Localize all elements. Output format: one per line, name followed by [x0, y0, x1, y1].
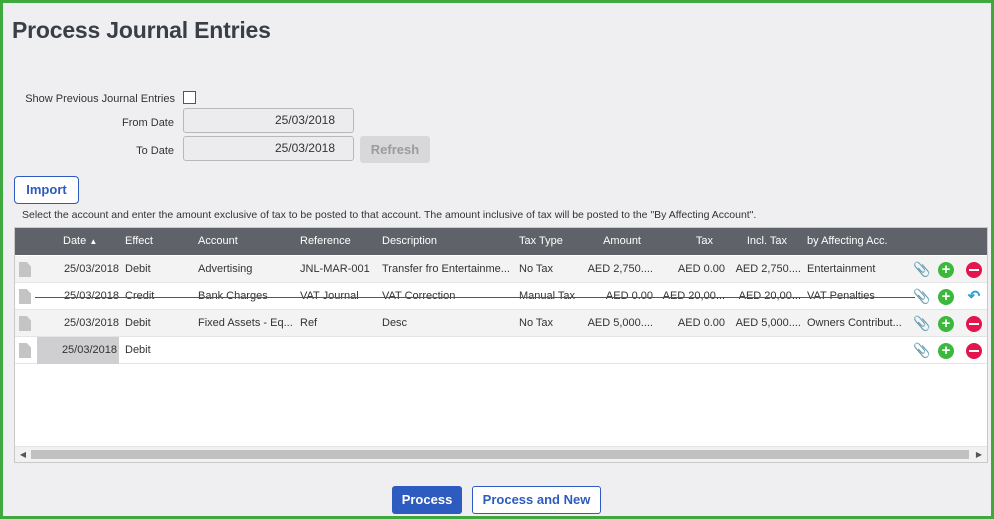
- document-icon: [19, 289, 31, 304]
- undo-icon[interactable]: ↶: [966, 288, 982, 305]
- cell-reference[interactable]: JNL-MAR-001: [300, 256, 378, 283]
- remove-row-icon[interactable]: [966, 262, 982, 278]
- cell-description[interactable]: Desc: [382, 310, 514, 337]
- sort-ascending-icon: ▲: [89, 237, 98, 246]
- strikethrough-line: [35, 297, 915, 298]
- cell-effect[interactable]: Debit: [125, 310, 191, 337]
- col-by-affecting[interactable]: by Affecting Acc.: [807, 228, 888, 255]
- paperclip-icon[interactable]: 📎: [913, 261, 930, 278]
- table-row[interactable]: 25/03/2018 Debit Fixed Assets - Eq... Re…: [15, 310, 987, 337]
- import-button[interactable]: Import: [14, 176, 79, 204]
- document-icon: [19, 262, 31, 277]
- table-row[interactable]: 25/03/2018 Debit Advertising JNL-MAR-001…: [15, 256, 987, 283]
- instruction-text: Select the account and enter the amount …: [22, 209, 757, 221]
- from-date-input[interactable]: 25/03/2018: [183, 108, 354, 133]
- cell-amount[interactable]: AED 5,000....: [581, 310, 653, 337]
- scroll-thumb[interactable]: [31, 450, 969, 459]
- cell-reference[interactable]: Ref: [300, 310, 378, 337]
- cell-date-edit[interactable]: 25/03/2018: [37, 337, 119, 364]
- add-row-icon[interactable]: +: [938, 289, 954, 305]
- to-date-label: To Date: [136, 145, 174, 157]
- process-button[interactable]: Process: [392, 486, 462, 514]
- col-incl-tax[interactable]: Incl. Tax: [735, 228, 787, 255]
- to-date-input[interactable]: 25/03/2018: [183, 136, 354, 161]
- cell-date[interactable]: 25/03/2018: [39, 256, 119, 283]
- add-row-icon[interactable]: +: [938, 343, 954, 359]
- from-date-label: From Date: [122, 117, 174, 129]
- horizontal-scrollbar[interactable]: ◀ ▶: [15, 446, 987, 462]
- cell-account[interactable]: Fixed Assets - Eq...: [198, 310, 294, 337]
- cell-incl-tax[interactable]: AED 5,000....: [729, 310, 801, 337]
- col-reference[interactable]: Reference: [300, 228, 351, 255]
- paperclip-icon[interactable]: 📎: [913, 342, 930, 359]
- refresh-button[interactable]: Refresh: [360, 136, 430, 163]
- cell-tax[interactable]: AED 0.00: [657, 310, 725, 337]
- cell-date[interactable]: 25/03/2018: [39, 310, 119, 337]
- cell-by-affecting[interactable]: Owners Contribut...: [807, 310, 907, 337]
- cell-incl-tax[interactable]: AED 2,750....: [729, 256, 801, 283]
- col-amount[interactable]: Amount: [583, 228, 641, 255]
- add-row-icon[interactable]: +: [938, 316, 954, 332]
- col-account[interactable]: Account: [198, 228, 238, 255]
- scroll-left-icon[interactable]: ◀: [17, 449, 29, 461]
- cell-account[interactable]: Advertising: [198, 256, 294, 283]
- col-description[interactable]: Description: [382, 228, 437, 255]
- document-icon: [19, 316, 31, 331]
- col-date[interactable]: Date ▲: [63, 228, 97, 255]
- show-previous-label: Show Previous Journal Entries: [25, 93, 175, 105]
- grid-header: Date ▲ Effect Account Reference Descript…: [15, 228, 987, 255]
- paperclip-icon[interactable]: 📎: [913, 315, 930, 332]
- col-effect[interactable]: Effect: [125, 228, 153, 255]
- window-frame: Process Journal Entries Show Previous Jo…: [0, 0, 994, 519]
- table-row[interactable]: 25/03/2018 Debit 📎 +: [15, 337, 987, 364]
- process-and-new-button[interactable]: Process and New: [472, 486, 601, 514]
- remove-row-icon[interactable]: [966, 343, 982, 359]
- table-row[interactable]: 25/03/2018 Credit Bank Charges VAT Journ…: [15, 283, 987, 310]
- col-tax[interactable]: Tax: [663, 228, 713, 255]
- cell-amount[interactable]: AED 2,750....: [581, 256, 653, 283]
- cell-effect[interactable]: Debit: [125, 337, 191, 364]
- cell-description[interactable]: Transfer fro Entertainme...: [382, 256, 514, 283]
- col-tax-type[interactable]: Tax Type: [519, 228, 563, 255]
- page-title: Process Journal Entries: [12, 17, 271, 43]
- document-icon: [19, 343, 31, 358]
- cell-tax[interactable]: AED 0.00: [657, 256, 725, 283]
- cell-effect[interactable]: Debit: [125, 256, 191, 283]
- add-row-icon[interactable]: +: [938, 262, 954, 278]
- cell-tax-type[interactable]: No Tax: [519, 256, 581, 283]
- scroll-right-icon[interactable]: ▶: [973, 449, 985, 461]
- remove-row-icon[interactable]: [966, 316, 982, 332]
- paperclip-icon[interactable]: 📎: [913, 288, 930, 305]
- cell-tax-type[interactable]: No Tax: [519, 310, 581, 337]
- col-date-label: Date: [63, 235, 87, 247]
- journal-grid: Date ▲ Effect Account Reference Descript…: [14, 227, 988, 463]
- cell-by-affecting[interactable]: Entertainment: [807, 256, 907, 283]
- show-previous-checkbox[interactable]: [183, 91, 196, 104]
